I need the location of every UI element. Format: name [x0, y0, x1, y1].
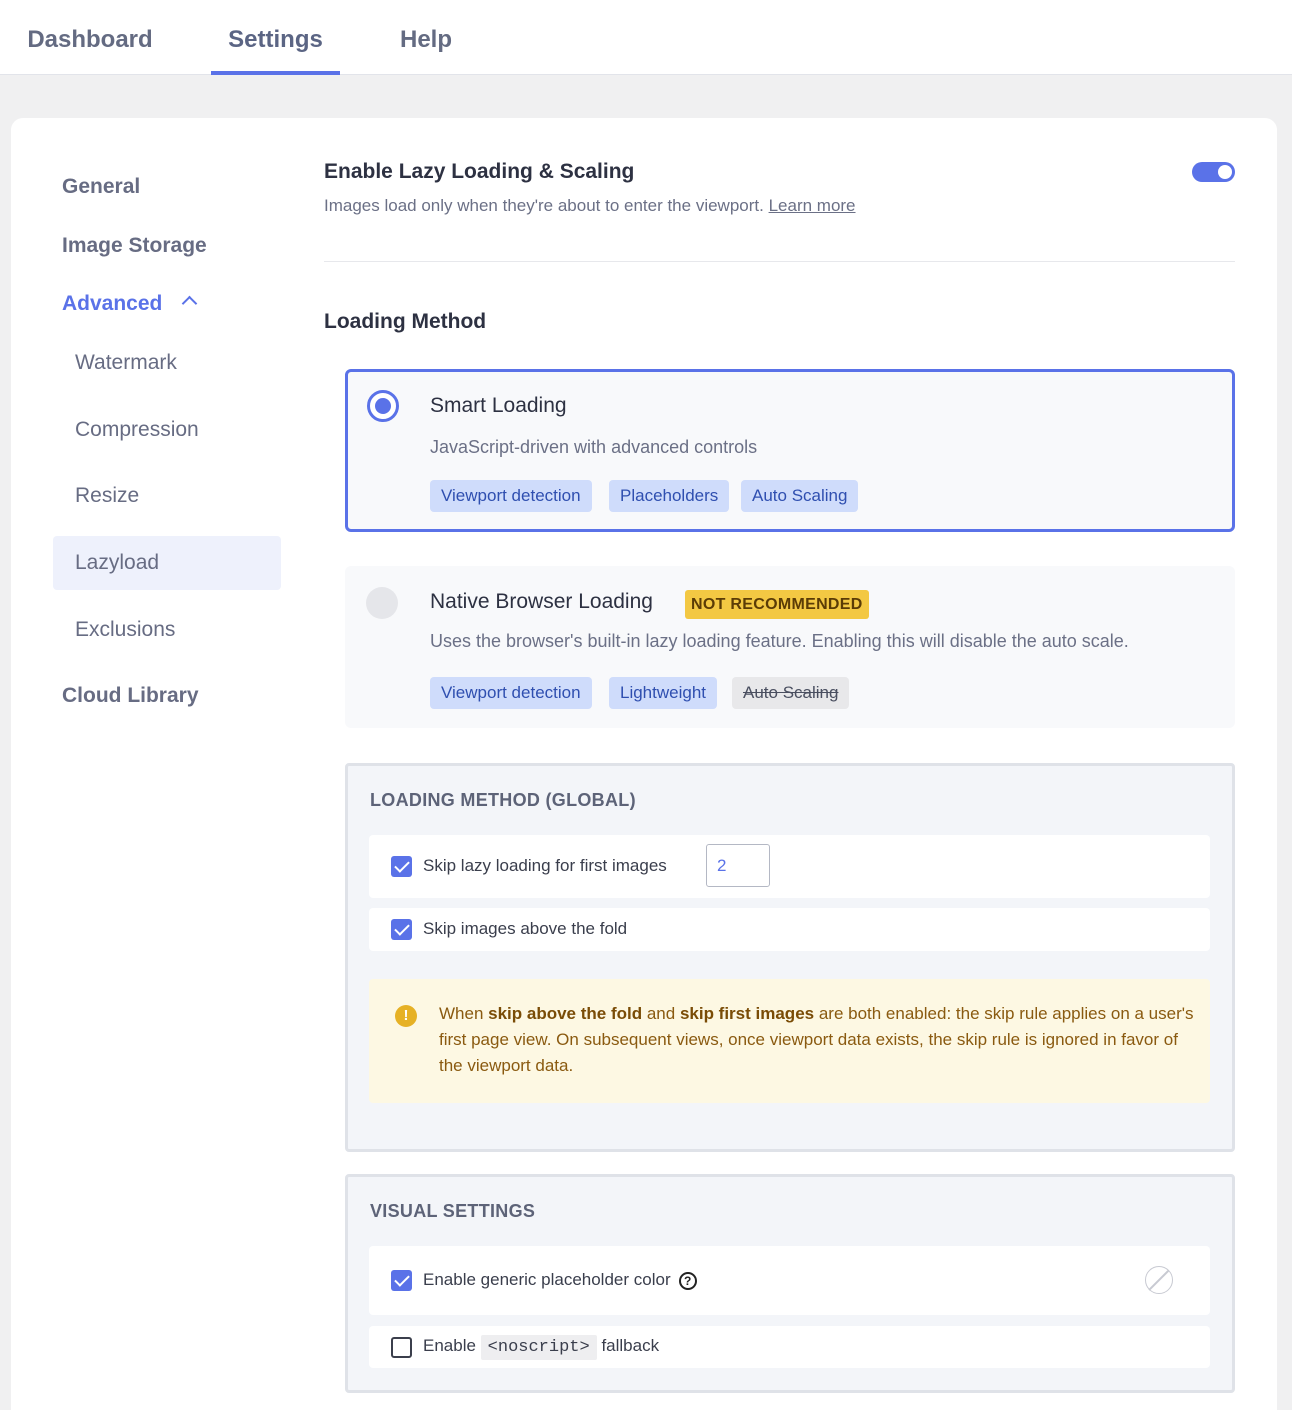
noscript-label: Enable <noscript> fallback	[423, 1335, 659, 1360]
global-panel-title: LOADING METHOD (GLOBAL)	[370, 790, 636, 810]
sidebar-item-compression[interactable]: Compression	[75, 418, 199, 442]
visual-panel-title: VISUAL SETTINGS	[370, 1201, 536, 1221]
smart-loading-desc: JavaScript-driven with advanced controls	[430, 437, 758, 457]
loading-method-title: Loading Method	[324, 310, 487, 333]
top-navigation: Dashboard Settings Help	[0, 0, 1292, 75]
divider	[324, 261, 1235, 262]
tag-lightweight: Lightweight	[609, 677, 718, 709]
lazyload-subtitle: Images load only when they're about to e…	[324, 196, 856, 216]
color-picker-swatch[interactable]	[1145, 1266, 1173, 1294]
lazyload-title: Enable Lazy Loading & Scaling	[324, 160, 635, 183]
smart-loading-title: Smart Loading	[430, 394, 567, 417]
sidebar-item-resize[interactable]: Resize	[75, 484, 139, 508]
tag-viewport-detection: Viewport detection	[430, 480, 592, 512]
sidebar-item-general[interactable]: General	[62, 175, 140, 199]
visual-settings-panel: VISUAL SETTINGS Enable generic placehold…	[345, 1174, 1235, 1393]
noscript-checkbox[interactable]	[391, 1337, 412, 1358]
skip-first-images-count-input[interactable]: 2	[706, 844, 770, 887]
lazyload-description: Images load only when they're about to e…	[324, 196, 764, 215]
lazyload-toggle[interactable]	[1192, 162, 1235, 182]
tab-help[interactable]: Help	[388, 0, 464, 75]
noscript-code: <noscript>	[480, 1335, 597, 1360]
skip-first-images-row: Skip lazy loading for first images 2	[369, 835, 1210, 898]
smart-loading-radio[interactable]	[367, 390, 399, 422]
sidebar-item-lazyload[interactable]: Lazyload	[75, 551, 159, 575]
noscript-row: Enable <noscript> fallback	[369, 1326, 1210, 1368]
skip-first-images-checkbox[interactable]	[391, 856, 412, 877]
sidebar-item-image-storage[interactable]: Image Storage	[62, 234, 207, 258]
chevron-up-icon[interactable]	[181, 295, 198, 312]
warning-text: When skip above the fold and skip first …	[439, 1004, 1194, 1075]
warning-icon: !	[395, 1005, 417, 1027]
tag-placeholders: Placeholders	[609, 480, 730, 512]
skip-above-fold-checkbox[interactable]	[391, 919, 412, 940]
smart-loading-option[interactable]: Smart Loading JavaScript-driven with adv…	[345, 369, 1235, 532]
tag-viewport-detection: Viewport detection	[430, 677, 592, 709]
placeholder-color-label: Enable generic placeholder color?	[423, 1270, 697, 1290]
settings-card: General Image Storage Advanced Watermark…	[11, 118, 1277, 1410]
sidebar-item-cloud-library[interactable]: Cloud Library	[62, 684, 199, 708]
skip-rule-warning: ! When skip above the fold and skip firs…	[369, 979, 1210, 1103]
learn-more-link[interactable]: Learn more	[769, 196, 856, 215]
not-recommended-badge: NOT RECOMMENDED	[685, 590, 869, 619]
tab-dashboard[interactable]: Dashboard	[18, 0, 162, 75]
native-loading-desc: Uses the browser's built-in lazy loading…	[430, 631, 1129, 651]
tag-auto-scaling-disabled: Auto Scaling	[732, 677, 850, 709]
placeholder-color-row: Enable generic placeholder color?	[369, 1246, 1210, 1315]
help-icon[interactable]: ?	[678, 1272, 697, 1290]
skip-first-images-label: Skip lazy loading for first images	[423, 856, 667, 875]
tag-auto-scaling: Auto Scaling	[741, 480, 859, 512]
loading-method-global-panel: LOADING METHOD (GLOBAL) Skip lazy loadin…	[345, 763, 1235, 1152]
placeholder-color-checkbox[interactable]	[391, 1270, 412, 1291]
skip-above-fold-row: Skip images above the fold	[369, 908, 1210, 951]
native-loading-radio[interactable]	[366, 587, 398, 619]
native-loading-option[interactable]: Native Browser Loading NOT RECOMMENDED U…	[345, 566, 1235, 728]
sidebar-item-exclusions[interactable]: Exclusions	[75, 618, 175, 642]
sidebar-item-watermark[interactable]: Watermark	[75, 351, 177, 375]
tab-settings[interactable]: Settings	[211, 0, 340, 75]
sidebar-item-advanced[interactable]: Advanced	[62, 292, 162, 316]
skip-above-fold-label: Skip images above the fold	[423, 919, 628, 938]
native-loading-title: Native Browser Loading	[430, 590, 653, 613]
